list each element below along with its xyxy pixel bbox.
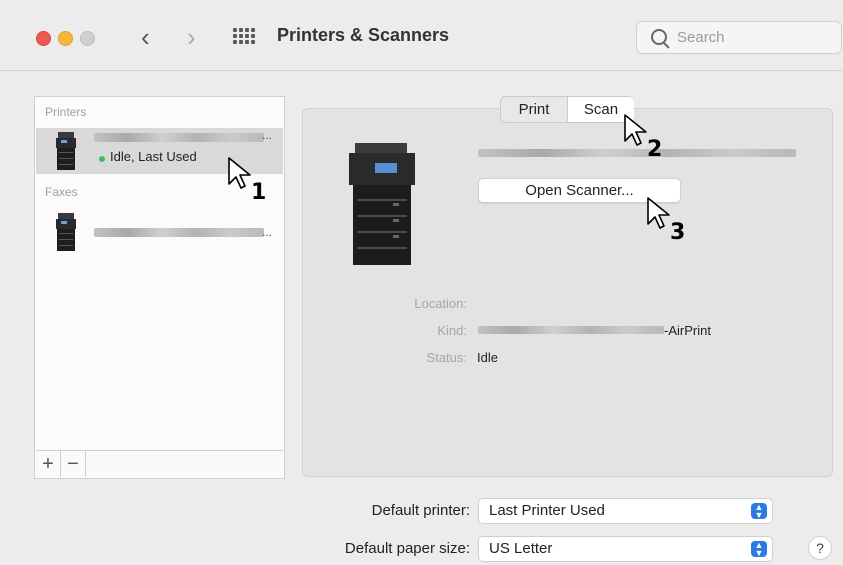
search-field[interactable]: Search [636,21,842,54]
default-paper-size-label: Default paper size: [344,540,470,557]
kind-suffix: -AirPrint [664,323,711,338]
printer-model-redacted [478,149,796,157]
tab-print[interactable]: Print [501,97,567,122]
popup-arrows-icon: ▲ ▼ [751,503,767,520]
minimize-window-button[interactable] [58,31,73,46]
status-value: Idle [477,350,498,365]
location-label: Location: [414,296,467,311]
fax-name-ellipsis: ... [262,225,273,239]
status-label: Status: [426,350,467,365]
default-paper-size-popup[interactable]: US Letter ▲ ▼ [478,536,773,562]
pointer-cursor-icon [228,157,251,189]
default-printer-value: Last Printer Used [489,502,605,519]
window-title: Printers & Scanners [277,25,450,45]
faxes-section-label: Faxes [45,185,78,199]
search-icon [651,29,667,45]
pointer-cursor-icon [624,114,647,146]
add-remove-bar: + − [36,450,283,477]
fax-list-item[interactable]: ... [36,209,283,255]
fax-thumbnail-icon [56,213,76,251]
forward-arrow-icon[interactable]: › [187,22,196,52]
default-paper-size-value: US Letter [489,540,553,557]
callout-number-2: 2 [647,137,663,162]
printer-image [349,143,415,265]
add-printer-button[interactable]: + [36,451,61,477]
printer-list-sidebar: Printers ... Idle, Last Used Faxes ... +… [34,96,285,479]
help-button[interactable]: ? [808,536,832,560]
print-scan-tabs: Print Scan [500,96,634,123]
printer-status-text: Idle, Last Used [110,149,197,164]
callout-number-1: 1 [251,180,267,205]
kind-value-redacted [478,326,664,334]
callout-number-3: 3 [670,220,686,245]
popup-arrows-icon: ▲ ▼ [751,541,767,558]
printer-name-ellipsis: ... [262,128,273,142]
close-window-button[interactable] [36,31,51,46]
printer-thumbnail-icon [56,132,76,170]
default-printer-label: Default printer: [371,502,470,519]
show-all-grid-icon[interactable] [233,28,257,44]
default-printer-popup[interactable]: Last Printer Used ▲ ▼ [478,498,773,524]
pointer-cursor-icon [647,197,670,229]
kind-label: Kind: [437,323,467,338]
printer-name-redacted [94,133,264,142]
back-arrow-icon[interactable]: ‹ [141,22,150,52]
title-bar: ‹ › Printers & Scanners Search [0,0,843,71]
remove-printer-button[interactable]: − [61,451,86,477]
printers-section-label: Printers [45,105,87,119]
fax-name-redacted [94,228,264,237]
zoom-window-button[interactable] [80,31,95,46]
search-placeholder: Search [677,29,725,46]
status-dot-icon [99,156,105,162]
